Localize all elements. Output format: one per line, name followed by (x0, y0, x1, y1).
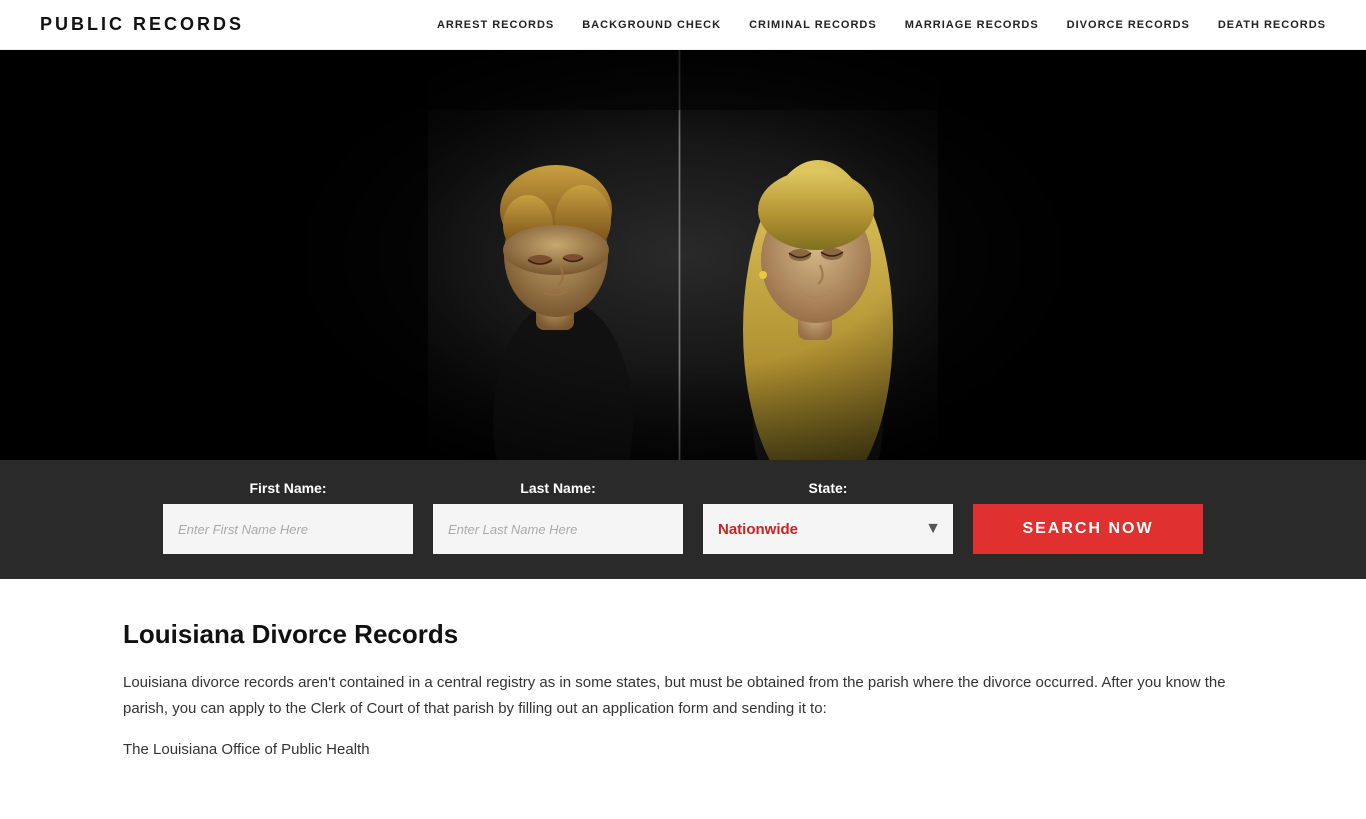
state-select-wrapper: Nationwide Alabama Alaska Arizona Arkans… (703, 504, 953, 554)
last-name-label: Last Name: (433, 480, 683, 496)
nav-criminal-records[interactable]: CRIMINAL RECORDS (749, 19, 877, 31)
state-label: State: (703, 480, 953, 496)
page-title: Louisiana Divorce Records (123, 619, 1243, 650)
site-logo: PUBLIC RECORDS (40, 14, 244, 35)
header: PUBLIC RECORDS ARREST RECORDS BACKGROUND… (0, 0, 1366, 50)
hero-section (0, 50, 1366, 460)
state-field: State: Nationwide Alabama Alaska Arizona… (703, 480, 953, 554)
last-name-field: Last Name: (433, 480, 683, 554)
search-section: First Name: Last Name: State: Nationwide… (0, 460, 1366, 579)
first-name-input[interactable] (163, 504, 413, 554)
state-select[interactable]: Nationwide Alabama Alaska Arizona Arkans… (703, 504, 953, 554)
content-area: Louisiana Divorce Records Louisiana divo… (83, 579, 1283, 819)
first-name-label: First Name: (163, 480, 413, 496)
content-paragraph-1: Louisiana divorce records aren't contain… (123, 670, 1243, 721)
search-now-button[interactable]: SEARCH NOW (973, 504, 1203, 554)
content-paragraph-2: The Louisiana Office of Public Health (123, 737, 1243, 763)
last-name-input[interactable] (433, 504, 683, 554)
hero-image (308, 50, 1058, 460)
first-name-field: First Name: (163, 480, 413, 554)
main-nav: ARREST RECORDS BACKGROUND CHECK CRIMINAL… (437, 19, 1326, 31)
nav-death-records[interactable]: DEATH RECORDS (1218, 19, 1326, 31)
nav-background-check[interactable]: BACKGROUND CHECK (582, 19, 721, 31)
nav-arrest-records[interactable]: ARREST RECORDS (437, 19, 554, 31)
nav-divorce-records[interactable]: DIVORCE RECORDS (1067, 19, 1190, 31)
nav-marriage-records[interactable]: MARRIAGE RECORDS (905, 19, 1039, 31)
